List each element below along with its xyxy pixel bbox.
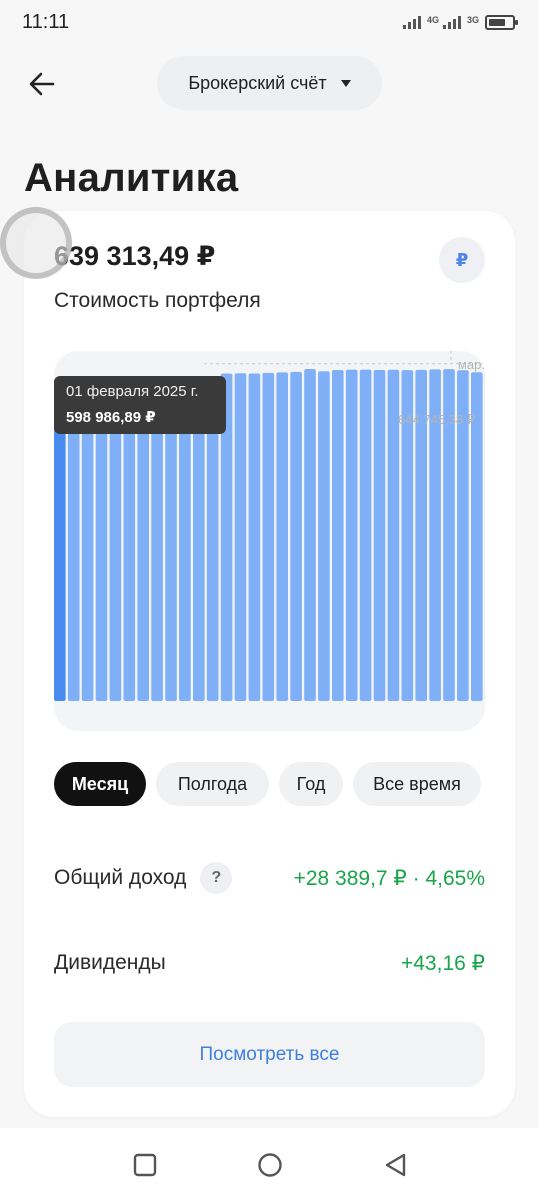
income-row: Общий доход ? +28 389,7 ₽ · 4,65% xyxy=(54,858,485,898)
dividends-value: +43,16 ₽ xyxy=(400,951,485,975)
help-icon[interactable]: ? xyxy=(200,862,233,894)
chart-bar[interactable] xyxy=(109,387,122,701)
chart-bar[interactable] xyxy=(332,369,344,701)
system-nav-bar xyxy=(0,1128,539,1200)
portfolio-value: 639 313,49 ₽ xyxy=(54,241,216,271)
home-icon[interactable] xyxy=(255,1150,285,1180)
signal-icon-2 xyxy=(442,15,461,29)
view-all-button[interactable]: Посмотреть все xyxy=(54,1022,485,1087)
chart-bar[interactable] xyxy=(151,387,163,701)
income-value: +28 389,7 ₽ · 4,65% xyxy=(293,866,485,890)
analytics-card: 639 313,49 ₽ Стоимость портфеля ₽ 01 фев… xyxy=(24,211,515,1117)
chart-bar[interactable] xyxy=(290,371,302,701)
chart-bar[interactable] xyxy=(54,387,66,701)
chart-month-label: мар. xyxy=(457,357,485,372)
tooltip-date: 01 февраля 2025 г. xyxy=(66,383,199,400)
status-icons: 4G 3G xyxy=(402,14,518,30)
portfolio-chart[interactable]: 01 февраля 2025 г. 598 986,89 ₽ 644 745,… xyxy=(54,351,485,731)
chart-bar[interactable] xyxy=(123,387,136,701)
chart-bar[interactable] xyxy=(248,373,261,701)
back-nav-icon[interactable] xyxy=(381,1150,411,1180)
chart-bar[interactable] xyxy=(373,369,386,701)
chart-max-label: 644 745,38 ₽ xyxy=(398,412,475,427)
chart-bar[interactable] xyxy=(165,387,177,701)
period-year[interactable]: Год xyxy=(279,762,343,806)
chart-bar[interactable] xyxy=(67,388,80,701)
chart-bar[interactable] xyxy=(304,369,316,701)
chart-bar[interactable] xyxy=(193,387,205,701)
currency-button[interactable]: ₽ xyxy=(439,237,485,283)
chart-bar[interactable] xyxy=(262,372,275,701)
status-time: 11:11 xyxy=(22,10,70,33)
dividends-label: Дивиденды xyxy=(54,951,166,974)
chart-bar[interactable] xyxy=(137,388,149,701)
period-selector: Месяц Полгода Год Все время xyxy=(54,762,485,808)
chart-bar[interactable] xyxy=(345,369,358,701)
chart-bar[interactable] xyxy=(234,373,247,701)
touch-indicator xyxy=(0,207,72,279)
period-all-time[interactable]: Все время xyxy=(353,762,481,806)
signal-icon xyxy=(402,15,421,29)
account-selector[interactable]: Брокерский счёт xyxy=(157,56,382,110)
page-title: Аналитика xyxy=(24,156,239,200)
recent-apps-icon[interactable] xyxy=(130,1150,160,1180)
chart-bar[interactable] xyxy=(81,388,94,701)
portfolio-label: Стоимость портфеля xyxy=(54,289,261,312)
chart-bar[interactable] xyxy=(318,371,330,701)
chart-bar[interactable] xyxy=(179,387,191,701)
chart-tooltip: 01 февраля 2025 г. 598 986,89 ₽ xyxy=(54,376,226,434)
ruble-icon: ₽ xyxy=(455,249,469,270)
chart-bar[interactable] xyxy=(95,388,108,701)
period-half-year[interactable]: Полгода xyxy=(156,762,269,806)
chart-bar[interactable] xyxy=(276,372,288,701)
period-month[interactable]: Месяц xyxy=(54,762,146,806)
chevron-down-icon xyxy=(340,79,351,87)
status-bar: 11:11 4G 3G xyxy=(0,0,539,44)
income-label: Общий доход xyxy=(54,866,187,889)
dividends-row: Дивиденды +43,16 ₽ xyxy=(54,943,485,983)
battery-icon xyxy=(485,14,518,30)
arrow-left-icon xyxy=(29,72,55,96)
tooltip-value: 598 986,89 ₽ xyxy=(66,409,156,426)
back-button[interactable] xyxy=(22,64,62,104)
network-type-2: 3G xyxy=(466,14,479,25)
account-selector-label: Брокерский счёт xyxy=(188,72,327,93)
chart-bar[interactable] xyxy=(359,369,372,701)
network-type-1: 4G xyxy=(426,14,439,25)
top-bar: Брокерский счёт xyxy=(0,56,539,112)
